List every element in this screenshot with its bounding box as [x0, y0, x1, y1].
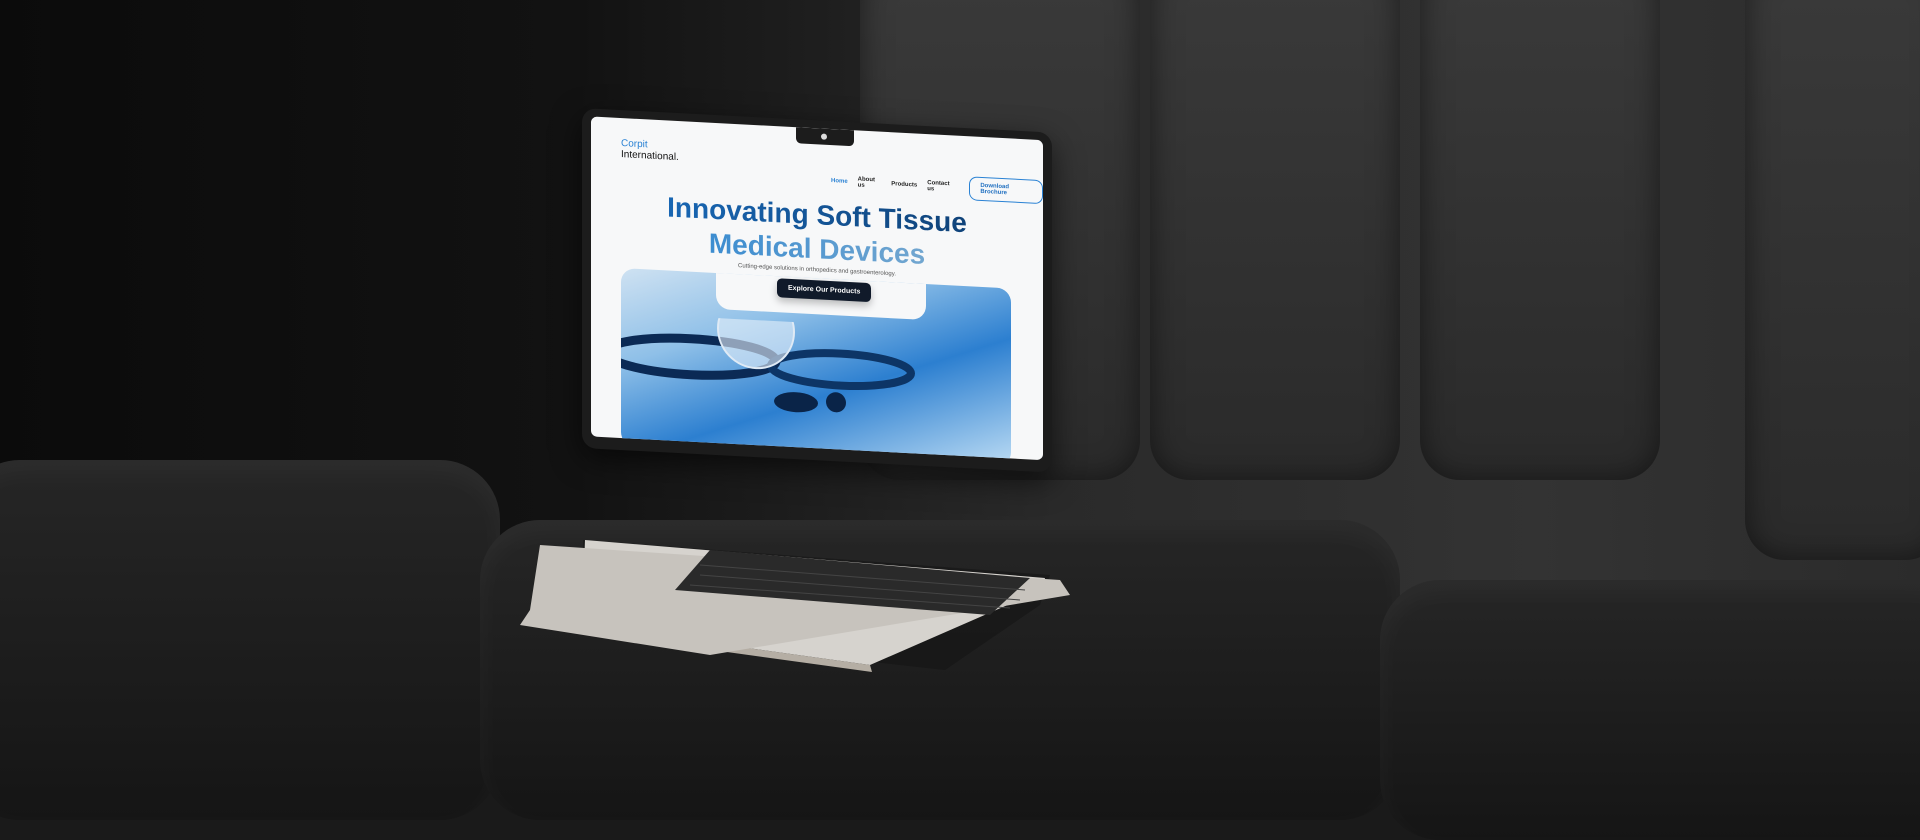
camera-icon [821, 133, 827, 140]
laptop-screen: Corpit International. Home About us Prod… [582, 108, 1052, 473]
nav-home[interactable]: Home [831, 178, 848, 185]
stethoscope-image [621, 313, 915, 413]
camera-notch [796, 127, 854, 147]
nav-about[interactable]: About us [858, 176, 882, 189]
nav-products[interactable]: Products [891, 181, 917, 188]
website-viewport: Corpit International. Home About us Prod… [591, 116, 1043, 461]
main-nav: Home About us Products Contact us Downlo… [831, 169, 1043, 205]
site-logo[interactable]: Corpit International. [621, 138, 679, 163]
download-brochure-button[interactable]: Download Brochure [969, 176, 1043, 205]
nav-contact[interactable]: Contact us [927, 180, 955, 193]
